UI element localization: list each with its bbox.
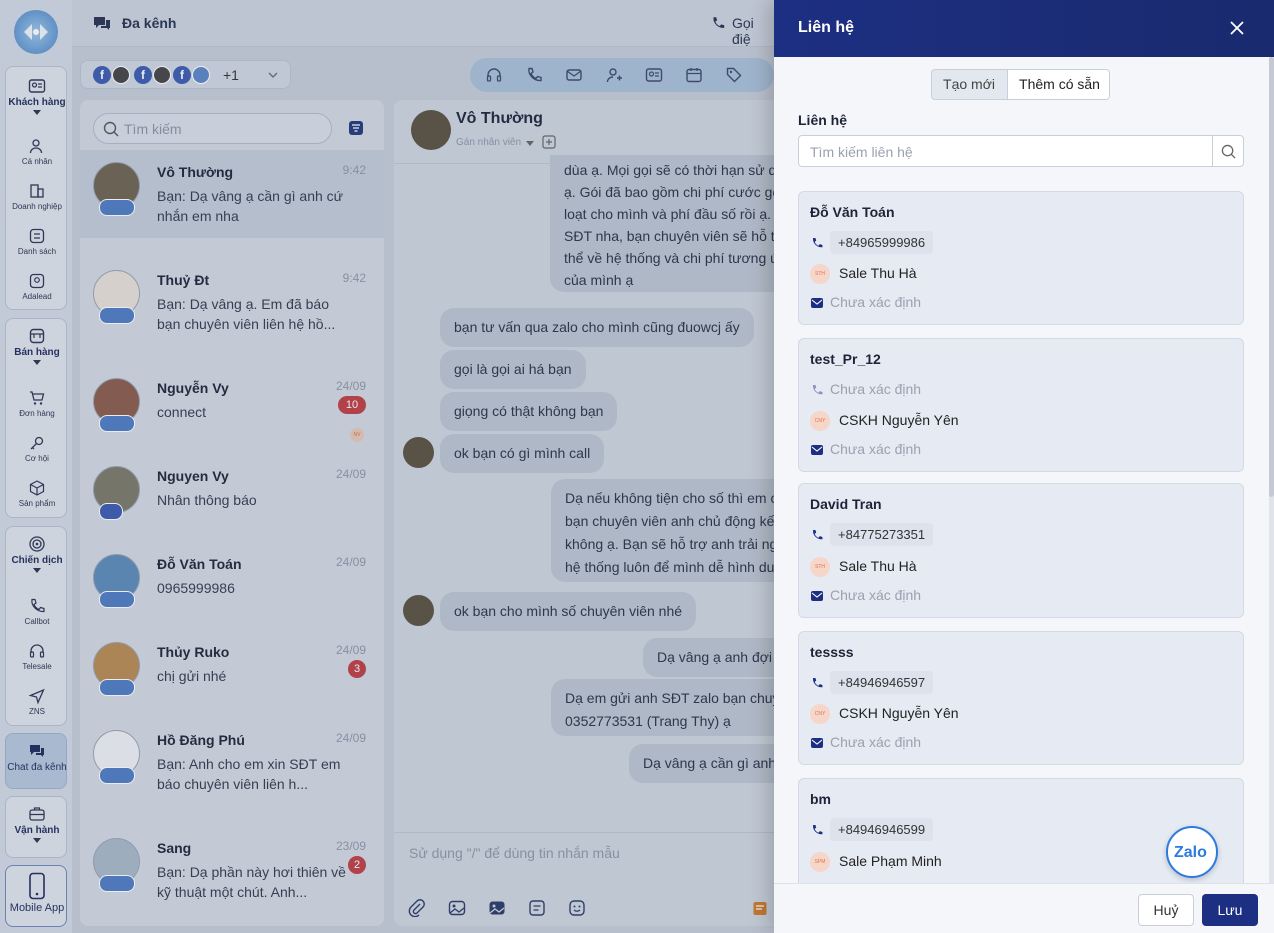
phone-icon — [810, 823, 824, 837]
phone-number: +84775273351 — [830, 523, 934, 546]
owner-avatar: CNY — [810, 411, 830, 431]
contact-name: bm — [810, 791, 831, 807]
owner-avatar: CNY — [810, 704, 830, 724]
phone-number: Chưa xác định — [830, 381, 922, 397]
mode-toggle: Tạo mới Thêm có sẵn — [931, 69, 1110, 100]
search-button[interactable] — [1212, 136, 1243, 166]
email-row: Chưa xác định — [810, 291, 1110, 315]
owner-name: Sale Thu Hà — [839, 558, 917, 574]
drawer-header: Liên hệ — [774, 0, 1274, 57]
tab-add-existing[interactable]: Thêm có sẵn — [1007, 70, 1109, 99]
email-row: Chưa xác định — [810, 584, 1110, 608]
scrollbar-thumb[interactable] — [1269, 57, 1274, 497]
phone-icon — [810, 383, 824, 397]
phone-number: +84946946597 — [830, 671, 934, 694]
contact-drawer: Liên hệ Tạo mới Thêm có sẵn Liên hệ Tìm … — [774, 0, 1274, 933]
contact-results: Đỗ Văn Toán +84965999986 STH Sale Thu Hà… — [774, 180, 1274, 883]
owner-avatar: SPM — [810, 852, 830, 872]
contact-name: test_Pr_12 — [810, 351, 881, 367]
owner-name: CSKH Nguyễn Yên — [839, 705, 959, 721]
save-button[interactable]: Lưu — [1202, 894, 1258, 926]
email-row: Chưa xác định — [810, 731, 1110, 755]
contact-name: tessss — [810, 644, 854, 660]
contact-card[interactable]: test_Pr_12 Chưa xác định CNY CSKH Nguyễn… — [798, 338, 1244, 472]
tab-create-new[interactable]: Tạo mới — [932, 70, 1006, 99]
owner-row: STH Sale Thu Hà — [810, 554, 1110, 578]
email-value: Chưa xác định — [830, 734, 922, 750]
owner-avatar: STH — [810, 557, 830, 577]
phone-icon — [810, 236, 824, 250]
drawer-scrollbar[interactable] — [1269, 57, 1274, 883]
mail-icon — [810, 296, 824, 310]
email-value: Chưa xác định — [830, 294, 922, 310]
contact-card[interactable]: Đỗ Văn Toán +84965999986 STH Sale Thu Hà… — [798, 191, 1244, 325]
mail-icon — [810, 736, 824, 750]
owner-row: SPM Sale Phạm Minh — [810, 849, 1110, 873]
owner-avatar: STH — [810, 264, 830, 284]
cancel-button[interactable]: Huỷ — [1138, 894, 1194, 926]
zalo-label: Zalo — [1174, 844, 1207, 861]
phone-icon — [810, 676, 824, 690]
owner-row: CNY CSKH Nguyễn Yên — [810, 701, 1110, 725]
close-icon[interactable] — [1229, 20, 1245, 36]
contact-card[interactable]: tessss +84946946597 CNY CSKH Nguyễn Yên … — [798, 631, 1244, 765]
owner-name: Sale Thu Hà — [839, 265, 917, 281]
owner-row: CNY CSKH Nguyễn Yên — [810, 408, 1110, 432]
email-value: Chưa xác định — [830, 587, 922, 603]
owner-name: CSKH Nguyễn Yên — [839, 412, 959, 428]
contact-search-input[interactable]: Tìm kiếm liên hệ — [798, 135, 1244, 167]
contact-name: David Tran — [810, 496, 882, 512]
email-row: Chưa xác định — [810, 438, 1110, 462]
phone-number: +84965999986 — [830, 231, 934, 254]
phone-icon — [810, 528, 824, 542]
contact-name: Đỗ Văn Toán — [810, 204, 895, 220]
email-value: Chưa xác định — [830, 441, 922, 457]
drawer-title: Liên hệ — [798, 19, 855, 36]
contact-card[interactable]: David Tran +84775273351 STH Sale Thu Hà … — [798, 483, 1244, 618]
owner-row: STH Sale Thu Hà — [810, 261, 1110, 285]
mail-icon — [810, 443, 824, 457]
modal-backdrop[interactable] — [0, 0, 774, 933]
drawer-footer: Huỷ Lưu — [774, 883, 1274, 933]
contact-search-placeholder: Tìm kiếm liên hệ — [810, 144, 913, 160]
search-icon — [1221, 144, 1236, 159]
app: Khách hàng Cá nhân Doanh nghiệp Danh sác… — [0, 0, 1274, 933]
zalo-chat-button[interactable]: Zalo — [1166, 826, 1218, 878]
field-label: Liên hệ — [798, 112, 848, 128]
phone-row: Chưa xác định — [810, 378, 1110, 402]
mail-icon — [810, 589, 824, 603]
phone-number: +84946946599 — [830, 818, 934, 841]
owner-name: Sale Phạm Minh — [839, 853, 942, 869]
